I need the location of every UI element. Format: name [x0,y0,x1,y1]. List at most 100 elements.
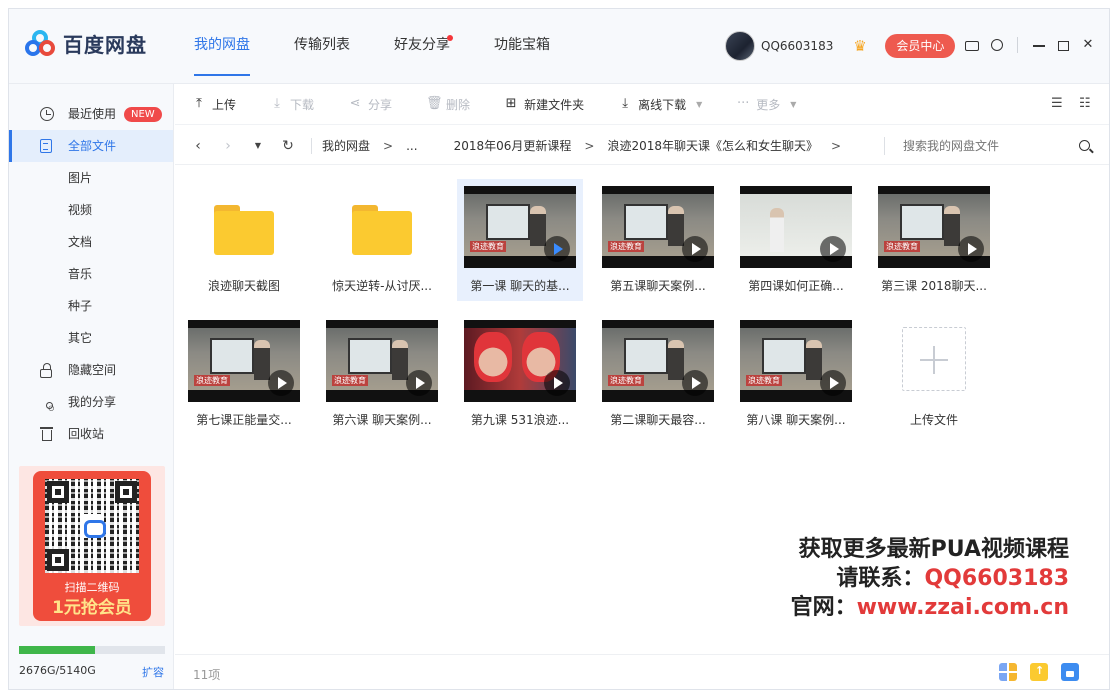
play-icon[interactable] [268,370,294,396]
sidebar-item-all-files[interactable]: 全部文件 [9,130,173,162]
video-thumbnail: 浪迹教育 [602,186,714,268]
mail-icon[interactable] [965,41,979,51]
avatar[interactable] [725,31,755,61]
sidebar-item-videos[interactable]: 视频 [9,194,173,226]
folder-plus-icon: ⊞ [505,96,517,111]
sort-icon[interactable]: ☰ [1051,97,1067,111]
download-button[interactable]: ⤓ 下载 [270,96,314,113]
tab-toolbox[interactable]: 功能宝箱 [494,9,550,84]
play-icon[interactable] [544,236,570,262]
play-icon[interactable] [958,236,984,262]
video-item[interactable]: 第四课如何正确... [733,179,859,301]
play-icon[interactable] [406,370,432,396]
vip-center-button[interactable]: 会员中心 [885,34,956,58]
history-dropdown-icon[interactable]: ▼ [251,141,265,150]
file-name: 第七课正能量交... [196,413,292,427]
breadcrumb: 我的网盘 > ... > 2018年06月更新课程 > 浪迹2018年聊天课《怎… [322,137,842,154]
apps-icon[interactable] [999,663,1017,681]
crumb-ellipsis[interactable]: ... [406,139,417,153]
file-name: 浪迹聊天截图 [207,279,280,293]
chevron-down-icon: ▼ [790,99,797,109]
app-window: 百度网盘 我的网盘 传输列表 好友分享 功能宝箱 QQ6603183 ♛ 会员中… [8,8,1110,690]
video-item[interactable]: 浪迹教育 第八课 聊天案例... [733,313,859,435]
expand-storage-link[interactable]: 扩容 [142,664,164,680]
minimize-icon[interactable] [1032,38,1046,52]
offline-download-button[interactable]: ⤓ 离线下载 ▼ [618,96,702,113]
play-icon[interactable] [820,370,846,396]
tab-transfer-list[interactable]: 传输列表 [294,9,350,84]
crumb-level1[interactable]: 2018年06月更新课程 [454,137,572,154]
search-input[interactable] [903,139,1063,153]
storage-quota-text: 2676G/5140G [19,664,96,677]
sidebar: 最近使用 NEW 全部文件 图片 视频 文档 音乐 种子 其它 隐藏空间 我的分… [9,84,174,689]
sidebar-item-hidden-space[interactable]: 隐藏空间 [9,354,173,386]
watermark-tag: 浪迹教育 [608,375,644,386]
video-item[interactable]: 浪迹教育 第六课 聊天案例... [319,313,445,435]
new-folder-button[interactable]: ⊞ 新建文件夹 [504,96,584,113]
sidebar-item-other[interactable]: 其它 [9,322,173,354]
settings-icon[interactable] [991,39,1003,51]
sidebar-item-recent[interactable]: 最近使用 NEW [9,98,173,130]
watermark-tag: 浪迹教育 [194,375,230,386]
watermark-tag: 浪迹教育 [746,375,782,386]
file-name: 第六课 聊天案例... [332,413,432,427]
refresh-icon[interactable]: ↻ [281,138,295,154]
video-item[interactable]: 浪迹教育 第一课 聊天的基... [457,179,583,301]
qr-code [45,479,139,573]
divider [1017,37,1018,53]
share-button[interactable]: ⋖ 分享 [348,96,392,113]
play-icon[interactable] [820,236,846,262]
download-icon: ⤓ [274,96,280,111]
video-thumbnail: 浪迹教育 [188,320,300,402]
upload-file-tile[interactable]: 上传文件 [871,313,997,435]
forward-icon[interactable]: › [221,138,235,154]
sidebar-item-my-share[interactable]: 我的分享 [9,386,173,426]
back-icon[interactable]: ‹ [191,138,205,154]
video-item[interactable]: 浪迹教育 第三课 2018聊天... [871,179,997,301]
video-item[interactable]: 浪迹教育第二课聊天最容... [595,313,721,435]
trash-icon [40,427,53,441]
maximize-icon[interactable] [1058,41,1069,51]
upload-button[interactable]: ⤒ 上传 [192,96,236,113]
play-icon[interactable] [544,370,570,396]
tab-friend-share[interactable]: 好友分享 [394,9,453,84]
video-item[interactable]: 第九课 531浪迹... [457,313,583,435]
video-item[interactable]: 浪迹教育 第五课聊天案例... [595,179,721,301]
sidebar-item-images[interactable]: 图片 [9,162,173,194]
file-name: 第四课如何正确... [748,279,844,293]
sidebar-item-music[interactable]: 音乐 [9,258,173,290]
watermark-tag: 浪迹教育 [470,241,506,252]
vip-crown-icon[interactable]: ♛ [853,38,869,54]
video-thumbnail: 浪迹教育 [740,320,852,402]
play-icon[interactable] [682,236,708,262]
app-logo[interactable]: 百度网盘 [25,29,147,58]
promo-offer-text: 1元抢会员 [52,598,132,618]
top-nav: 我的网盘 传输列表 好友分享 功能宝箱 [194,9,594,84]
watermark-tag: 浪迹教育 [608,241,644,252]
search-box [884,137,1104,155]
vip-promo-banner[interactable]: 扫描二维码 1元抢会员 [19,466,165,626]
crumb-root[interactable]: 我的网盘 [322,137,370,154]
folder-item[interactable]: 浪迹聊天截图 [181,179,307,301]
folder-upload-icon[interactable] [1030,663,1048,681]
search-icon[interactable] [1079,140,1090,151]
delete-button[interactable]: 🗑︎ 删除 [426,96,470,113]
user-area: QQ6603183 ♛ 会员中心 [725,31,956,61]
folder-icon [352,205,412,255]
video-item[interactable]: 浪迹教育第七课正能量交... [181,313,307,435]
crumb-level2[interactable]: 浪迹2018年聊天课《怎么和女生聊天》 [607,137,818,154]
close-icon[interactable]: ✕ [1081,38,1095,52]
document-icon [40,139,52,153]
tab-my-drive[interactable]: 我的网盘 [194,9,250,84]
play-icon[interactable] [682,370,708,396]
username[interactable]: QQ6603183 [761,39,833,53]
more-button[interactable]: ··· 更多 ▼ [736,96,796,113]
file-name: 第九课 531浪迹... [470,413,570,427]
sidebar-item-recycle-bin[interactable]: 回收站 [9,418,173,450]
sidebar-item-torrents[interactable]: 种子 [9,290,173,322]
safe-box-icon[interactable] [1061,663,1079,681]
folder-item[interactable]: 惊天逆转-从讨厌... [319,179,445,301]
sidebar-item-docs[interactable]: 文档 [9,226,173,258]
file-name: 第二课聊天最容... [610,413,706,427]
list-view-icon[interactable]: ☷ [1079,97,1095,111]
